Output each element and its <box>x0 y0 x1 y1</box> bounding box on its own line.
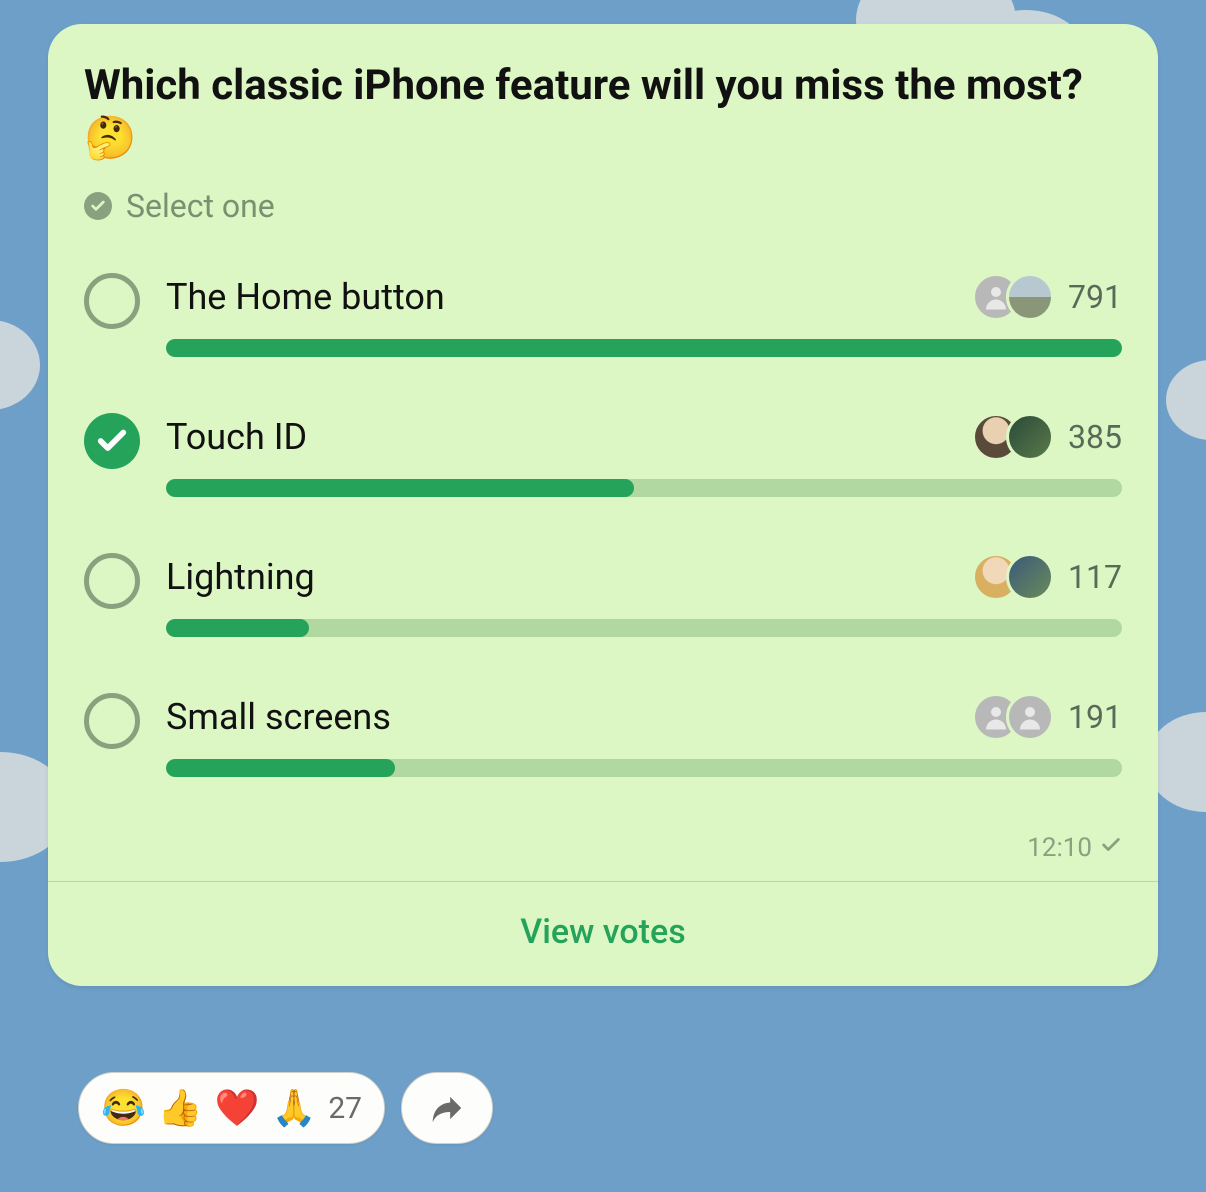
check-badge-icon <box>84 192 112 220</box>
message-timestamp: 12:10 <box>1027 833 1092 863</box>
poll-instruction-label: Select one <box>126 187 275 225</box>
result-bar-track <box>166 479 1122 497</box>
vote-count: 117 <box>1068 558 1122 596</box>
poll-option-touch-id[interactable]: Touch ID 385 <box>84 413 1122 497</box>
voter-avatars <box>972 693 1054 741</box>
cloud-decoration <box>0 320 40 410</box>
voter-avatars <box>972 413 1054 461</box>
sent-check-icon <box>1100 833 1122 863</box>
voter-avatars <box>972 553 1054 601</box>
avatar-icon <box>1006 413 1054 461</box>
reactions-bar: 😂 👍 ❤️ 🙏 27 <box>78 1072 493 1144</box>
cloud-decoration <box>1166 360 1206 440</box>
avatar-icon <box>1006 273 1054 321</box>
vote-count: 791 <box>1068 278 1122 316</box>
avatar-icon <box>1006 553 1054 601</box>
forward-arrow-icon <box>428 1089 466 1127</box>
result-bar-fill <box>166 619 309 637</box>
result-bar-fill <box>166 479 634 497</box>
result-bar-track <box>166 619 1122 637</box>
forward-button[interactable] <box>401 1072 493 1144</box>
reaction-emoji: 😂 <box>101 1090 146 1126</box>
reaction-count: 27 <box>328 1091 362 1126</box>
reaction-emoji: 👍 <box>158 1090 203 1126</box>
vote-count: 385 <box>1068 418 1122 456</box>
view-votes-button[interactable]: View votes <box>84 882 1122 986</box>
avatar-icon <box>1006 693 1054 741</box>
radio-unchecked-icon <box>84 693 140 749</box>
result-bar-fill <box>166 759 395 777</box>
poll-option-home-button[interactable]: The Home button 791 <box>84 273 1122 357</box>
radio-unchecked-icon <box>84 273 140 329</box>
poll-option-label: The Home button <box>166 276 445 318</box>
reactions-pill[interactable]: 😂 👍 ❤️ 🙏 27 <box>78 1072 385 1144</box>
result-bar-track <box>166 339 1122 357</box>
voter-avatars <box>972 273 1054 321</box>
radio-checked-icon <box>84 413 140 469</box>
poll-option-small-screens[interactable]: Small screens 191 <box>84 693 1122 777</box>
poll-option-label: Lightning <box>166 556 315 598</box>
poll-option-label: Small screens <box>166 696 391 738</box>
vote-count: 191 <box>1068 698 1122 736</box>
result-bar-track <box>166 759 1122 777</box>
poll-question: Which classic iPhone feature will you mi… <box>84 60 1122 165</box>
result-bar-fill <box>166 339 1122 357</box>
poll-option-lightning[interactable]: Lightning 117 <box>84 553 1122 637</box>
reaction-emoji: ❤️ <box>215 1090 260 1126</box>
radio-unchecked-icon <box>84 553 140 609</box>
poll-instruction: Select one <box>84 187 1122 225</box>
poll-message-bubble: Which classic iPhone feature will you mi… <box>48 24 1158 986</box>
reaction-emoji: 🙏 <box>271 1090 316 1126</box>
poll-option-label: Touch ID <box>166 416 307 458</box>
message-meta: 12:10 <box>84 833 1122 863</box>
